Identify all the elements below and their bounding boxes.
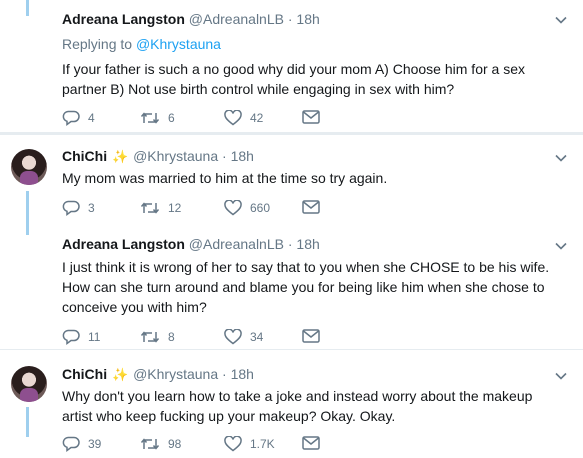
like-button[interactable]: 660 xyxy=(224,200,270,216)
separator-dot: · xyxy=(287,236,293,252)
tweet-text: Why don't you learn how to take a joke a… xyxy=(62,386,562,426)
tweet-text: My mom was married to him at the time so… xyxy=(62,168,562,188)
reply-button[interactable]: 3 xyxy=(62,200,95,216)
separator-dot: · xyxy=(222,148,227,164)
direct-message-button[interactable] xyxy=(302,110,320,124)
tweet-text-line: artist who keep fucking up your makeup? … xyxy=(62,408,396,424)
separator-dot: · xyxy=(287,11,293,27)
thread-line xyxy=(26,407,29,437)
tweet-text: I just think it is wrong of her to say t… xyxy=(62,257,562,317)
heart-icon xyxy=(224,329,242,345)
direct-message-button[interactable] xyxy=(302,200,320,214)
sparkle-icon: ✨ xyxy=(112,149,129,164)
tweet-header: Adreana Langston @AdreanalnLB · 18h xyxy=(62,10,320,28)
retweet-count: 12 xyxy=(168,201,182,215)
direct-message-button[interactable] xyxy=(302,329,320,343)
retweet-count: 8 xyxy=(168,330,175,344)
retweet-button[interactable]: 8 xyxy=(140,329,175,345)
replying-label: Replying to xyxy=(62,36,133,52)
tweet[interactable]: Adreana Langston @AdreanalnLB · 18h I ju… xyxy=(0,225,583,349)
tweet-header: ChiChi ✨ @Khrystauna · 18h xyxy=(62,147,254,166)
like-count: 34 xyxy=(250,330,264,344)
reply-button[interactable]: 4 xyxy=(62,110,95,126)
retweet-count: 6 xyxy=(168,111,175,125)
tweet-text-line: conceive you with him? xyxy=(62,299,207,315)
tweet-separator xyxy=(0,349,583,350)
tweet[interactable]: ChiChi ✨ @Khrystauna · 18h My mom was ma… xyxy=(0,135,583,225)
reply-count: 11 xyxy=(88,330,101,344)
timestamp[interactable]: 18h xyxy=(296,11,319,27)
timestamp[interactable]: 18h xyxy=(231,366,254,382)
tweet-text-line: If your father is such a no good why did… xyxy=(62,61,525,77)
direct-message-button[interactable] xyxy=(302,436,320,450)
heart-icon xyxy=(224,110,242,126)
retweet-icon xyxy=(140,329,160,345)
tweet-text: If your father is such a no good why did… xyxy=(62,59,562,99)
thread-line xyxy=(26,0,29,16)
envelope-icon xyxy=(302,200,320,214)
chevron-down-icon[interactable] xyxy=(555,240,567,252)
reply-button[interactable]: 11 xyxy=(62,329,100,345)
tweet-header: ChiChi ✨ @Khrystauna · 18h xyxy=(62,365,254,384)
reply-icon xyxy=(62,436,80,452)
separator-dot: · xyxy=(222,366,227,382)
envelope-icon xyxy=(302,329,320,343)
author-name[interactable]: Adreana Langston xyxy=(62,11,185,27)
timestamp[interactable]: 18h xyxy=(296,236,319,252)
reply-icon xyxy=(62,110,80,126)
tweet-text-line: I just think it is wrong of her to say t… xyxy=(62,259,550,275)
tweet-header: Adreana Langston @AdreanalnLB · 18h xyxy=(62,235,320,253)
timestamp[interactable]: 18h xyxy=(231,148,254,164)
heart-icon xyxy=(224,200,242,216)
retweet-icon xyxy=(140,110,160,126)
thread-line xyxy=(26,225,29,235)
retweet-button[interactable]: 6 xyxy=(140,110,175,126)
reply-icon xyxy=(62,200,80,216)
reply-count: 4 xyxy=(88,111,95,125)
reply-count: 3 xyxy=(88,201,95,215)
author-name[interactable]: ChiChi xyxy=(62,366,107,382)
retweet-count: 98 xyxy=(168,437,182,451)
avatar[interactable] xyxy=(11,366,47,402)
reply-button[interactable]: 39 xyxy=(62,436,101,452)
tweet[interactable]: ChiChi ✨ @Khrystauna · 18h Why don't you… xyxy=(0,353,583,458)
tweet-text-line: My mom was married to him at the time so… xyxy=(62,170,388,186)
author-name[interactable]: Adreana Langston xyxy=(62,236,185,252)
avatar[interactable] xyxy=(11,149,47,185)
envelope-icon xyxy=(302,110,320,124)
reply-count: 39 xyxy=(88,437,102,451)
tweet-text-line: partner B) Not use birth control while e… xyxy=(62,81,455,97)
mention-link[interactable]: @Khrystauna xyxy=(136,36,221,52)
heart-icon xyxy=(224,436,242,452)
reply-icon xyxy=(62,329,80,345)
like-count: 1.7K xyxy=(250,437,275,451)
author-handle[interactable]: @AdreanalnLB xyxy=(189,236,284,252)
chevron-down-icon[interactable] xyxy=(555,14,567,26)
author-handle[interactable]: @AdreanalnLB xyxy=(189,11,284,27)
like-count: 660 xyxy=(250,201,271,215)
author-handle[interactable]: @Khrystauna xyxy=(133,366,218,382)
envelope-icon xyxy=(302,436,320,450)
like-count: 42 xyxy=(250,111,264,125)
sparkle-icon: ✨ xyxy=(112,367,129,382)
tweet-text-line: Why don't you learn how to take a joke a… xyxy=(62,388,533,404)
like-button[interactable]: 42 xyxy=(224,110,263,126)
retweet-button[interactable]: 12 xyxy=(140,200,181,216)
thread-line xyxy=(26,191,29,225)
retweet-icon xyxy=(140,436,160,452)
retweet-icon xyxy=(140,200,160,216)
author-handle[interactable]: @Khrystauna xyxy=(133,148,218,164)
retweet-button[interactable]: 98 xyxy=(140,436,181,452)
like-button[interactable]: 34 xyxy=(224,329,263,345)
replying-to: Replying to @Khrystauna xyxy=(62,36,221,52)
like-button[interactable]: 1.7K xyxy=(224,436,275,452)
author-name[interactable]: ChiChi xyxy=(62,148,107,164)
chevron-down-icon[interactable] xyxy=(555,152,567,164)
tweet[interactable]: Adreana Langston @AdreanalnLB · 18h Repl… xyxy=(0,0,583,132)
chevron-down-icon[interactable] xyxy=(555,370,567,382)
tweet-text-line: How can she turn around and blame you fo… xyxy=(62,279,545,295)
